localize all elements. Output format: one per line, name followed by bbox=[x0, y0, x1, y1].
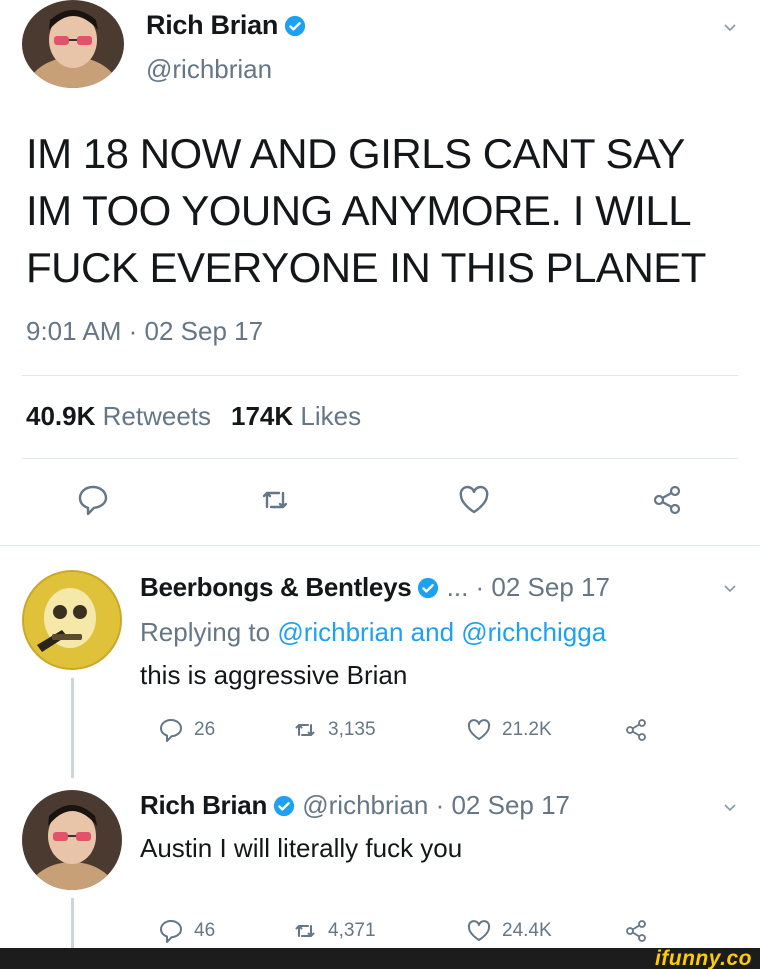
verified-badge-icon bbox=[417, 577, 439, 599]
like-icon bbox=[466, 717, 492, 743]
tweet-text-line: IM TOO YOUNG ANYMORE. I WILL bbox=[26, 187, 692, 234]
reply-author-name[interactable]: Rich Brian bbox=[140, 790, 267, 820]
main-tweet-text: IM 18 NOW AND GIRLS CANT SAY IM TOO YOUN… bbox=[26, 125, 746, 296]
retweet-action[interactable]: 4,371 bbox=[292, 918, 376, 944]
reply-action[interactable]: 26 bbox=[158, 717, 215, 743]
reply-icon bbox=[158, 717, 184, 743]
like-count: 21.2K bbox=[502, 719, 552, 740]
watermark-logo: ifunny.co bbox=[654, 947, 752, 969]
tweet-text-line: FUCK EVERYONE IN THIS PLANET bbox=[26, 244, 706, 291]
reply-text: this is aggressive Brian bbox=[140, 660, 408, 690]
retweet-count: 40.9K bbox=[26, 401, 96, 431]
verified-badge-icon bbox=[273, 795, 295, 817]
share-icon bbox=[623, 717, 649, 743]
like-label: Likes bbox=[300, 401, 362, 431]
reply-count: 26 bbox=[194, 719, 216, 740]
main-tweet-avatar[interactable] bbox=[22, 0, 124, 88]
retweet-icon[interactable] bbox=[258, 483, 292, 517]
watermark-bar bbox=[0, 948, 760, 969]
reply-header: Beerbongs & Bentleys ... · 02 Sep 17 bbox=[140, 572, 610, 603]
tweet-text-line: IM 18 NOW AND GIRLS CANT SAY bbox=[26, 130, 685, 177]
share-action[interactable] bbox=[623, 717, 659, 743]
chevron-down-icon[interactable] bbox=[722, 581, 738, 597]
reply-avatar[interactable] bbox=[22, 570, 122, 670]
like-action[interactable]: 24.4K bbox=[466, 918, 552, 944]
like-action[interactable]: 21.2K bbox=[466, 717, 552, 743]
reply-author-name[interactable]: Beerbongs & Bentleys bbox=[140, 572, 412, 602]
chevron-down-icon[interactable] bbox=[722, 800, 738, 816]
retweet-icon bbox=[292, 918, 318, 944]
like-count: 24.4K bbox=[502, 920, 552, 941]
main-tweet-author-name[interactable]: Rich Brian bbox=[146, 10, 306, 41]
mention-link[interactable]: @richchigga bbox=[461, 617, 606, 647]
retweet-icon bbox=[292, 717, 318, 743]
reply-meta[interactable]: @richbrian · 02 Sep 17 bbox=[295, 790, 570, 820]
tweet-timestamp[interactable]: 9:01 AM · 02 Sep 17 bbox=[26, 316, 263, 347]
divider bbox=[0, 545, 760, 546]
reply-avatar[interactable] bbox=[22, 790, 122, 890]
tweet-stats: 40.9K Retweets 174K Likes bbox=[26, 401, 361, 432]
retweet-action[interactable]: 3,135 bbox=[292, 717, 376, 743]
like-count: 174K bbox=[231, 401, 294, 431]
replying-and: and bbox=[403, 617, 462, 647]
mention-link[interactable]: @richbrian bbox=[277, 617, 403, 647]
thread-connector bbox=[71, 678, 74, 778]
author-name-text: Rich Brian bbox=[146, 10, 279, 40]
like-icon bbox=[466, 918, 492, 944]
chevron-down-icon[interactable] bbox=[722, 20, 738, 36]
reply-count: 46 bbox=[194, 920, 216, 941]
divider bbox=[22, 458, 738, 459]
replying-prefix: Replying to bbox=[140, 617, 278, 647]
reply-icon bbox=[158, 918, 184, 944]
verified-badge-icon bbox=[284, 15, 306, 37]
like-icon[interactable] bbox=[457, 483, 491, 517]
reply-header: Rich Brian @richbrian · 02 Sep 17 bbox=[140, 790, 570, 821]
retweet-stat[interactable]: 40.9K Retweets bbox=[26, 401, 211, 431]
share-icon[interactable] bbox=[650, 483, 684, 517]
thread-connector bbox=[71, 898, 74, 948]
reply-text: Austin I will literally fuck you bbox=[140, 833, 463, 863]
main-tweet-handle[interactable]: @richbrian bbox=[146, 54, 272, 85]
retweet-count: 4,371 bbox=[328, 920, 376, 941]
reply-meta[interactable]: ... · 02 Sep 17 bbox=[439, 572, 610, 602]
retweet-count: 3,135 bbox=[328, 719, 376, 740]
share-icon bbox=[623, 918, 649, 944]
retweet-label: Retweets bbox=[102, 401, 212, 431]
like-stat[interactable]: 174K Likes bbox=[231, 401, 361, 431]
divider bbox=[22, 375, 738, 376]
replying-to: Replying to @richbrian and @richchigga bbox=[140, 617, 606, 648]
reply-icon[interactable] bbox=[76, 483, 110, 517]
reply-action[interactable]: 46 bbox=[158, 918, 215, 944]
share-action[interactable] bbox=[623, 918, 659, 944]
